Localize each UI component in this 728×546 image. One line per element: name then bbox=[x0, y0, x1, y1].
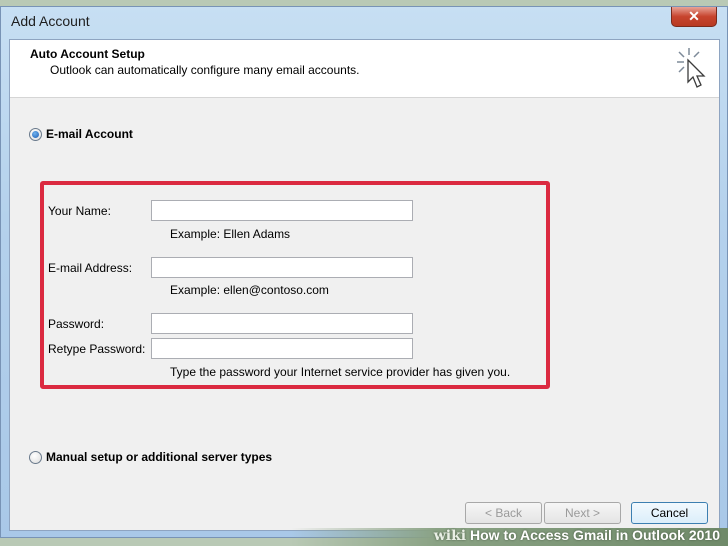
email-account-label: E-mail Account bbox=[46, 127, 133, 141]
header-title: Auto Account Setup bbox=[30, 47, 145, 61]
watermark: wiki How to Access Gmail in Outlook 2010 bbox=[434, 527, 720, 544]
watermark-text: How to Access Gmail in Outlook 2010 bbox=[470, 527, 720, 543]
your-name-input[interactable] bbox=[151, 200, 413, 221]
title-bar[interactable]: Add Account ✕ bbox=[1, 7, 727, 37]
manual-setup-option[interactable]: Manual setup or additional server types bbox=[29, 450, 272, 464]
header-subtitle: Outlook can automatically configure many… bbox=[50, 63, 360, 77]
close-button[interactable]: ✕ bbox=[671, 7, 717, 27]
cancel-button[interactable]: Cancel bbox=[631, 502, 708, 524]
manual-setup-label: Manual setup or additional server types bbox=[46, 450, 273, 464]
password-label: Password: bbox=[48, 317, 105, 331]
your-name-hint: Example: Ellen Adams bbox=[170, 227, 291, 241]
retype-password-input[interactable] bbox=[151, 338, 413, 359]
manual-setup-radio[interactable] bbox=[29, 450, 42, 464]
close-icon: ✕ bbox=[688, 8, 700, 24]
watermark-brand: wiki bbox=[433, 528, 467, 544]
email-address-hint: Example: ellen@contoso.com bbox=[170, 283, 329, 297]
email-address-input[interactable] bbox=[151, 257, 413, 278]
wizard-cursor-icon bbox=[677, 48, 706, 88]
password-hint: Type the password your Internet service … bbox=[170, 365, 511, 379]
email-account-radio[interactable] bbox=[29, 127, 42, 141]
window-title: Add Account bbox=[11, 13, 90, 29]
retype-password-label: Retype Password: bbox=[48, 342, 146, 356]
password-input[interactable] bbox=[151, 313, 413, 334]
email-address-label: E-mail Address: bbox=[48, 261, 133, 275]
back-button[interactable]: < Back bbox=[465, 502, 542, 524]
dialog-body: Auto Account Setup Outlook can automatic… bbox=[9, 39, 720, 531]
next-button[interactable]: Next > bbox=[544, 502, 621, 524]
dialog-header: Auto Account Setup Outlook can automatic… bbox=[10, 40, 719, 98]
add-account-window: Add Account ✕ Auto Account Setup Outlook… bbox=[0, 6, 728, 538]
email-account-option[interactable]: E-mail Account bbox=[29, 127, 133, 141]
your-name-label: Your Name: bbox=[48, 204, 111, 218]
